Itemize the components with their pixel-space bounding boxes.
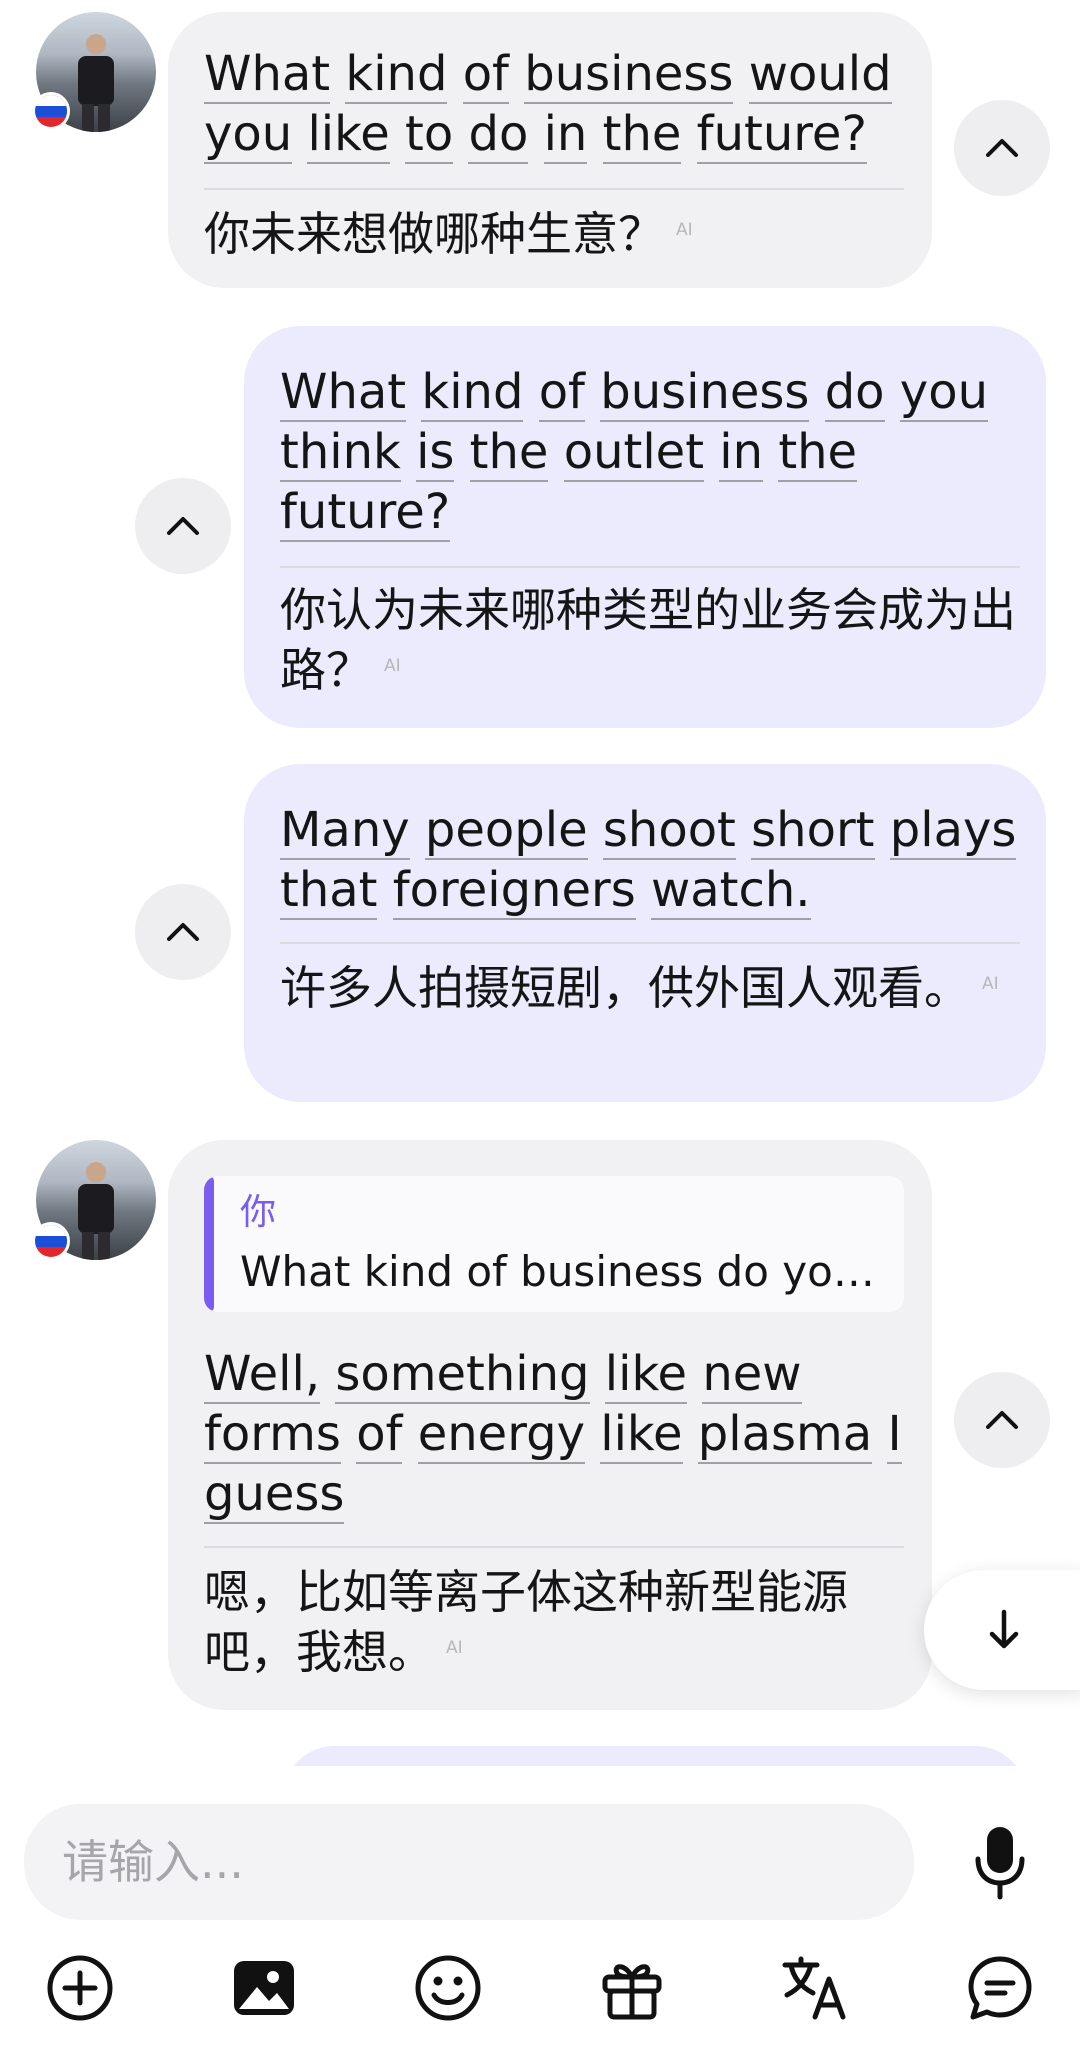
message-text-en[interactable]: Well, something like new forms of energy… [204,1344,904,1524]
word-token[interactable]: What [280,364,407,422]
word-token[interactable]: the [469,424,549,482]
message-bubble-incoming[interactable]: What kind of business would you like to … [168,12,932,288]
word-token[interactable]: people [424,802,588,860]
word-token[interactable]: do [824,364,885,422]
russia-flag-icon [32,1222,70,1260]
message-bubble-outgoing[interactable]: Many people shoot short plays that forei… [244,764,1046,1102]
word-token[interactable]: of [356,1406,403,1464]
word-token[interactable]: like [600,1406,683,1464]
scroll-to-bottom-button[interactable] [924,1570,1080,1690]
word-token[interactable]: energy [417,1406,585,1464]
chevron-up-icon [986,1411,1018,1429]
word-token[interactable]: What [204,46,331,104]
word-token[interactable]: the [778,424,858,482]
collapse-translation-button[interactable] [954,1372,1050,1468]
word-token[interactable]: future? [696,106,867,164]
microphone-icon [975,1827,1025,1900]
add-icon[interactable] [40,1948,120,2028]
quote-text: What kind of business do yo… [240,1247,875,1296]
word-token[interactable]: plays [889,802,1017,860]
chevron-up-icon [167,517,199,535]
word-token[interactable]: is [416,424,455,482]
word-token[interactable]: Many [280,802,410,860]
quote-accent-bar [204,1176,214,1312]
chevron-up-icon [167,923,199,941]
message-translation-zh: 许多人拍摄短剧，供外国人观看。 AI [280,961,999,1015]
word-token[interactable]: forms [204,1406,341,1464]
translation-divider [280,942,1020,944]
translation-divider [204,1546,904,1548]
word-token[interactable]: like [307,106,390,164]
quoted-message[interactable]: 你 What kind of business do yo… [204,1176,904,1312]
message-text-en[interactable]: What kind of business would you like to … [204,44,904,164]
word-token[interactable]: outlet [563,424,705,482]
collapse-translation-button[interactable] [135,478,231,574]
word-token[interactable]: short [751,802,875,860]
ai-badge: AI [676,220,693,240]
word-token[interactable]: to [405,106,454,164]
message-bubble-outgoing[interactable]: What kind of business do you think is th… [244,326,1046,728]
ai-badge: AI [982,974,999,994]
arrow-down-icon [989,1609,1019,1649]
word-token[interactable]: I [887,1406,902,1464]
word-token[interactable]: would [748,46,892,104]
word-token[interactable]: that [280,862,378,920]
translate-icon[interactable] [776,1948,856,2028]
word-token[interactable]: of [538,364,585,422]
word-token[interactable]: in [543,106,588,164]
word-token[interactable]: like [604,1346,688,1404]
word-token[interactable]: business [600,364,810,422]
message-bubble-incoming[interactable]: 你 What kind of business do yo… Well, som… [168,1140,932,1710]
word-token[interactable]: shoot [602,802,736,860]
word-token[interactable]: new [702,1346,802,1404]
message-input[interactable]: 请输入... [24,1804,914,1920]
emoji-icon[interactable] [408,1948,488,2028]
word-token[interactable]: kind [345,46,448,104]
voice-input-button[interactable] [960,1818,1040,1908]
message-text-en[interactable]: What kind of business do you think is th… [280,362,1020,542]
translation-divider [280,566,1020,568]
word-token[interactable]: watch. [651,862,811,920]
word-token[interactable]: in [719,424,764,482]
word-token[interactable]: business [524,46,734,104]
word-token[interactable]: do [468,106,529,164]
word-token[interactable]: guess [204,1466,345,1524]
word-token[interactable]: kind [421,364,524,422]
word-token[interactable]: plasma [697,1406,873,1464]
avatar-photo [78,34,114,132]
chat-icon[interactable] [960,1948,1040,2028]
message-text-en[interactable]: Many people shoot short plays that forei… [280,800,1020,920]
chevron-up-icon [986,139,1018,157]
image-icon[interactable] [224,1948,304,2028]
word-token[interactable]: foreigners [392,862,636,920]
collapse-translation-button[interactable] [135,884,231,980]
russia-flag-icon [32,92,70,130]
message-translation-zh: 你认为未来哪种类型的业务会成为出路？ AI [280,583,1016,697]
word-token[interactable]: of [462,46,509,104]
collapse-translation-button[interactable] [954,100,1050,196]
word-token[interactable]: think [280,424,401,482]
ai-badge: AI [446,1638,463,1658]
avatar-photo [78,1162,114,1260]
translation-divider [204,188,904,190]
word-token[interactable]: Well, [204,1346,321,1404]
word-token[interactable]: you [204,106,293,164]
ai-badge: AI [384,656,401,676]
message-translation-zh: 你未来想做哪种生意？ AI [204,207,693,261]
word-token[interactable]: something [335,1346,590,1404]
word-token[interactable]: the [602,106,682,164]
word-token[interactable]: future? [280,484,451,542]
quote-author: 你 [240,1192,277,1233]
gift-icon[interactable] [592,1948,672,2028]
word-token[interactable]: you [899,364,988,422]
input-placeholder: 请输入... [62,1835,244,1889]
message-translation-zh: 嗯，比如等离子体这种新型能源吧，我想。 AI [204,1565,848,1679]
